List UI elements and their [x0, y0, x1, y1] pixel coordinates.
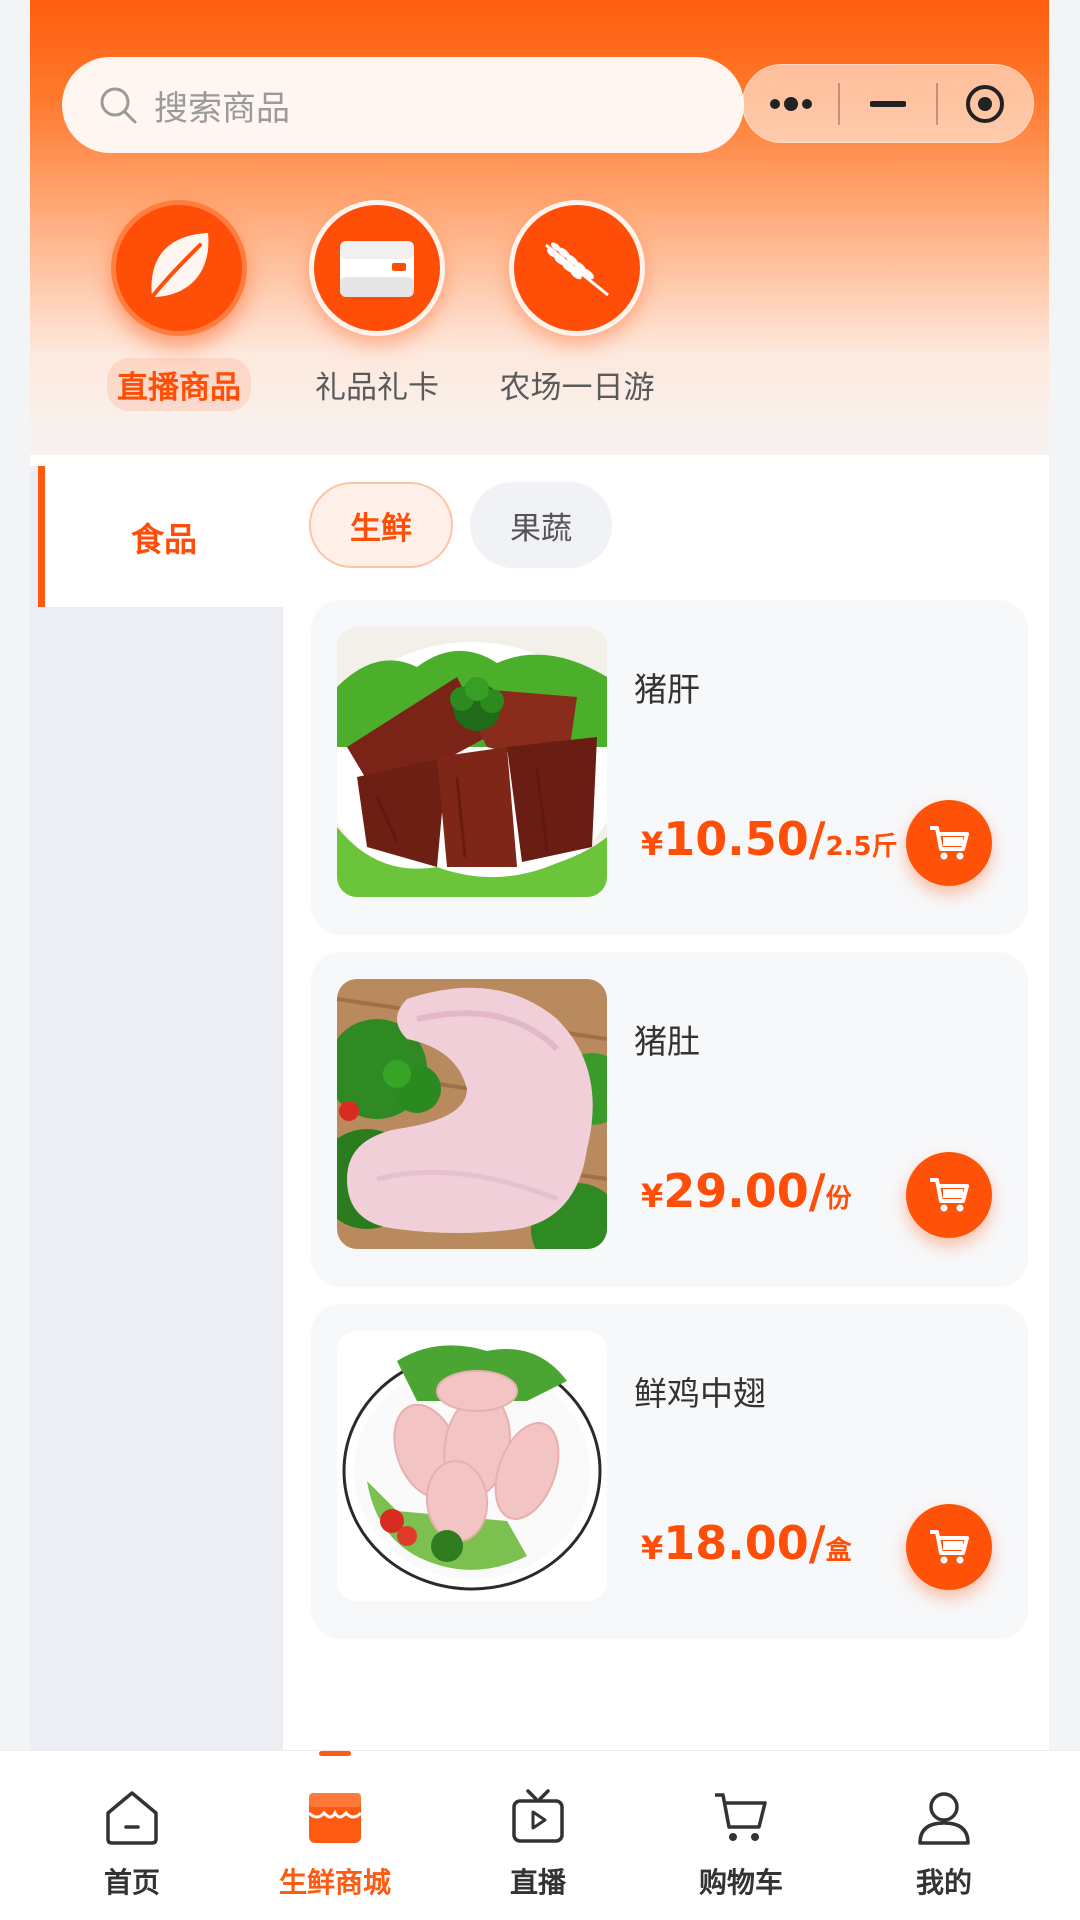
category-live-goods[interactable]: 直播商品	[79, 200, 279, 411]
product-card[interactable]: 猪肝 ¥10.50/2.5斤	[311, 600, 1028, 935]
price-value: 10.50	[663, 812, 809, 866]
minimize-icon	[869, 100, 906, 107]
category-row: 直播商品 礼品礼卡 农场一日游	[30, 200, 1049, 411]
tv-icon	[512, 1789, 564, 1843]
add-to-cart-button[interactable]	[906, 1504, 992, 1590]
currency-symbol: ¥	[641, 1177, 664, 1215]
search-placeholder: 搜索商品	[154, 88, 290, 129]
price-slash: /	[808, 1164, 826, 1218]
product-name: 猪肝	[634, 670, 700, 709]
product-name: 猪肚	[634, 1022, 700, 1061]
price-unit: 2.5斤	[825, 832, 898, 862]
tab-profile[interactable]: 我的	[844, 1787, 1044, 1901]
add-to-cart-button[interactable]	[906, 800, 992, 886]
product-price: ¥18.00/盒	[641, 1516, 852, 1570]
tab-label: 购物车	[698, 1866, 783, 1899]
price-value: 29.00	[663, 1164, 809, 1218]
pork-tripe-photo	[337, 979, 607, 1249]
cart-icon	[930, 1178, 969, 1212]
product-name: 鲜鸡中翅	[634, 1374, 766, 1413]
category-label: 直播商品	[107, 358, 251, 411]
active-tab-indicator	[319, 1751, 351, 1756]
cart-icon	[930, 826, 969, 860]
home-icon	[106, 1791, 158, 1845]
tab-label: 首页	[103, 1866, 160, 1899]
category-sidebar: 食品	[30, 466, 283, 1750]
user-icon	[918, 1792, 970, 1845]
cart-icon	[930, 1530, 969, 1564]
store-icon	[307, 1793, 363, 1843]
subtab-fresh[interactable]: 生鲜	[309, 482, 453, 568]
category-label: 农场一日游	[499, 370, 655, 406]
currency-symbol: ¥	[641, 825, 664, 863]
price-unit: 盒	[825, 1536, 852, 1566]
tab-fresh-mall[interactable]: 生鲜商城	[235, 1787, 435, 1901]
price-unit: 份	[825, 1184, 852, 1214]
product-card[interactable]: 鲜鸡中翅 ¥18.00/盒	[311, 1304, 1028, 1639]
mini-program-capsule	[742, 64, 1034, 143]
pork-liver-photo	[337, 627, 607, 897]
product-card[interactable]: 猪肚 ¥29.00/份	[311, 952, 1028, 1287]
category-label: 礼品礼卡	[315, 370, 439, 406]
tab-cart[interactable]: 购物车	[641, 1787, 841, 1901]
leaf-icon	[111, 200, 247, 336]
category-gift-card[interactable]: 礼品礼卡	[277, 200, 477, 411]
price-slash: /	[808, 812, 826, 866]
app-frame: 搜索商品 直播商品 礼品礼卡 农场一日游 食品 生鲜 果蔬 猪肝 ¥10.50/…	[30, 0, 1049, 1920]
tab-home[interactable]: 首页	[32, 1787, 232, 1901]
category-farm-tour[interactable]: 农场一日游	[477, 200, 677, 411]
sidebar-item-label: 食品	[131, 519, 197, 559]
minimize-button[interactable]	[840, 65, 935, 142]
card-icon	[309, 200, 445, 336]
header: 搜索商品 直播商品 礼品礼卡 农场一日游	[30, 0, 1049, 455]
product-price: ¥29.00/份	[641, 1164, 852, 1218]
price-slash: /	[808, 1516, 826, 1570]
tab-live[interactable]: 直播	[438, 1787, 638, 1901]
price-value: 18.00	[663, 1516, 809, 1570]
search-icon	[98, 85, 138, 125]
tab-label: 直播	[509, 1866, 566, 1899]
close-button[interactable]	[938, 65, 1033, 142]
more-dots-icon	[769, 96, 812, 111]
chicken-wings-photo	[337, 1331, 607, 1601]
currency-symbol: ¥	[641, 1529, 664, 1567]
subtab-fruit-veg[interactable]: 果蔬	[470, 482, 612, 568]
target-icon	[966, 84, 1005, 123]
product-price: ¥10.50/2.5斤	[641, 812, 898, 866]
wheat-icon	[509, 200, 645, 336]
search-bar[interactable]: 搜索商品	[62, 57, 744, 153]
cart-icon	[715, 1793, 767, 1841]
add-to-cart-button[interactable]	[906, 1152, 992, 1238]
bottom-tab-bar: 首页 生鲜商城 直播 购物车 我的	[0, 1750, 1080, 1920]
tab-label: 生鲜商城	[278, 1866, 391, 1899]
sidebar-item-food[interactable]: 食品	[38, 466, 283, 607]
tab-label: 我的	[915, 1866, 972, 1899]
more-button[interactable]	[743, 65, 838, 142]
